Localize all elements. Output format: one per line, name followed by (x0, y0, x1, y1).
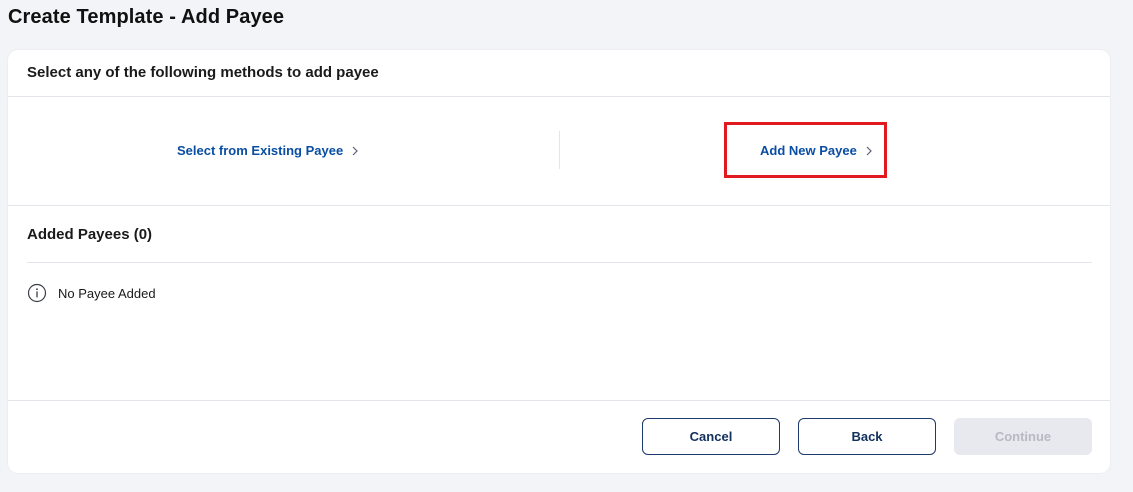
added-payees-title: Added Payees (0) (27, 226, 153, 243)
no-payee-text: No Payee Added (58, 285, 156, 301)
info-icon (27, 283, 47, 303)
no-payee-message: No Payee Added (27, 283, 156, 303)
added-payees-divider (27, 262, 1092, 263)
cancel-button[interactable]: Cancel (642, 418, 780, 455)
back-button[interactable]: Back (798, 418, 936, 455)
footer-divider (8, 400, 1110, 401)
page-title: Create Template - Add Payee (8, 6, 285, 28)
select-existing-payee-link[interactable]: Select from Existing Payee (177, 143, 359, 158)
methods-header: Select any of the following methods to a… (8, 50, 1110, 97)
chevron-right-icon (352, 146, 359, 155)
chevron-right-icon (866, 146, 872, 155)
add-payee-card: Select any of the following methods to a… (8, 50, 1110, 473)
methods-heading: Select any of the following methods to a… (27, 64, 379, 81)
select-existing-payee-label: Select from Existing Payee (177, 143, 344, 158)
methods-divider (559, 131, 560, 169)
methods-row: Select from Existing Payee Add New Payee (8, 97, 1110, 206)
add-new-payee-label: Add New Payee (760, 143, 857, 158)
add-new-payee-link[interactable]: Add New Payee (760, 143, 872, 158)
continue-button[interactable]: Continue (954, 418, 1092, 455)
